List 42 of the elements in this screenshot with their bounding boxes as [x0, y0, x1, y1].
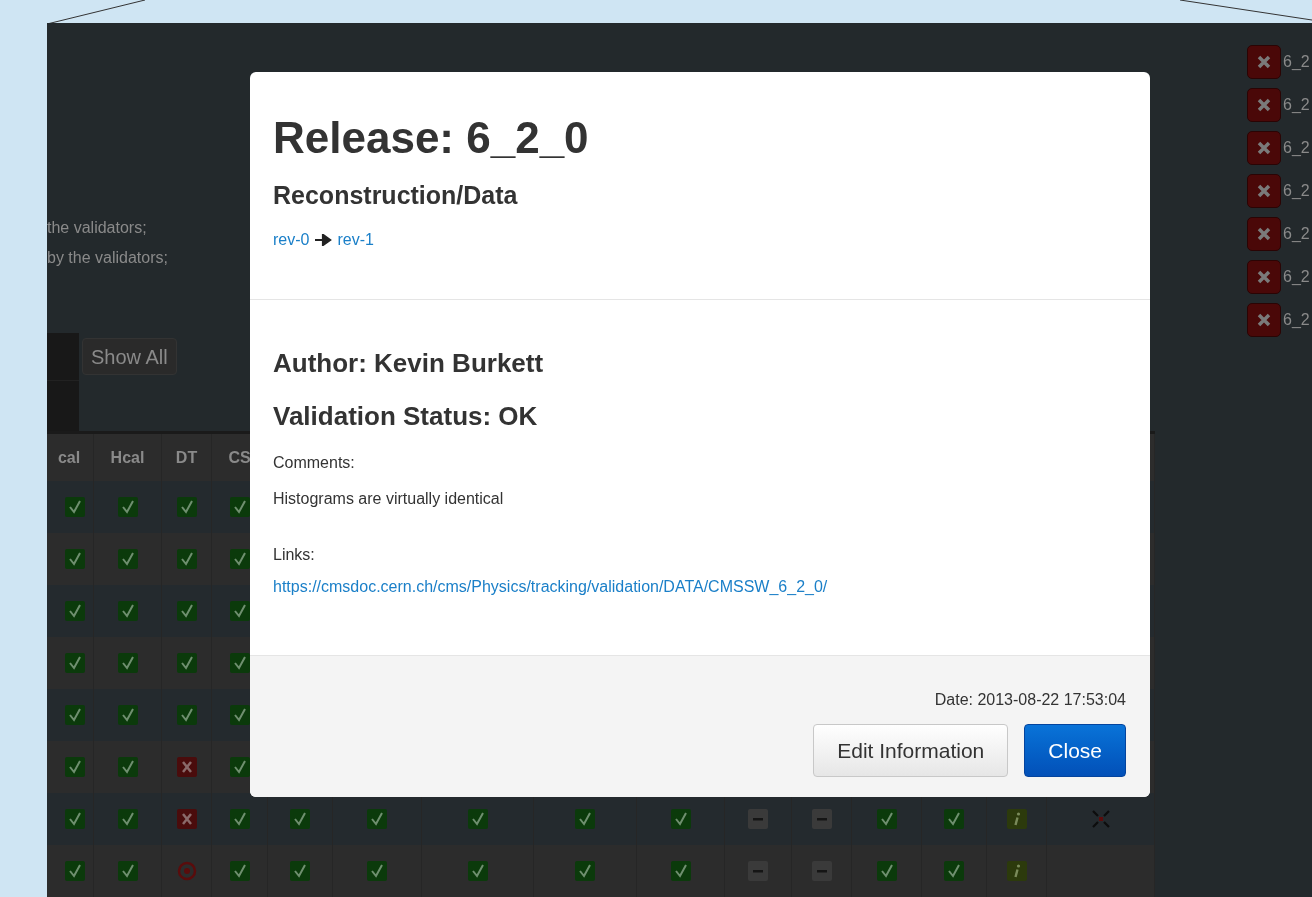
revision-link[interactable]: rev-1	[337, 228, 374, 252]
remove-button[interactable]	[1247, 88, 1281, 122]
remove-button[interactable]	[1247, 303, 1281, 337]
links-label: Links:	[273, 545, 316, 565]
close-icon	[1256, 140, 1272, 156]
column-header: DT	[175, 447, 198, 468]
close-icon	[1256, 226, 1272, 242]
note-text: the validators;	[47, 218, 147, 238]
author-heading: Author: Kevin Burkett	[273, 347, 545, 379]
close-button[interactable]: Close	[1024, 724, 1126, 777]
date-text: Date: 2013-08-22 17:53:04	[934, 690, 1126, 710]
release-label: 6_2	[1283, 52, 1310, 72]
remove-button[interactable]	[1247, 260, 1281, 294]
arrow-right-icon	[314, 234, 333, 246]
release-label: 6_2	[1283, 181, 1310, 201]
comments-label: Comments:	[273, 453, 356, 473]
release-label: 6_2	[1283, 138, 1310, 158]
column-header: Hcal	[110, 447, 145, 468]
edit-button[interactable]: Edit Information	[813, 724, 1009, 777]
comment-text: Histograms are virtually identical	[273, 489, 505, 509]
remove-button[interactable]	[1247, 217, 1281, 251]
dialog-subtitle: Reconstruction/Data	[273, 180, 519, 210]
release-label: 6_2	[1283, 310, 1310, 330]
column-header: cal	[57, 447, 82, 468]
close-icon	[1256, 97, 1272, 113]
release-label: 6_2	[1283, 95, 1310, 115]
revision-link[interactable]: rev-0	[273, 228, 310, 252]
validation-link[interactable]: https://cmsdoc.cern.ch/cms/Physics/tracking/validation/DATA/CMSSW_6_2_0/	[273, 576, 1127, 598]
release-label: 6_2	[1283, 224, 1310, 244]
note-text: by the validators;	[47, 248, 168, 268]
release-label: 6_2	[1283, 267, 1310, 287]
dialog-title: Release: 6_2_0	[273, 112, 590, 164]
remove-button[interactable]	[1247, 131, 1281, 165]
remove-button[interactable]	[1247, 45, 1281, 79]
status-heading: Validation Status: OK	[273, 400, 539, 432]
close-icon	[1256, 183, 1272, 199]
close-icon	[1256, 269, 1272, 285]
remove-button[interactable]	[1247, 174, 1281, 208]
close-icon	[1256, 312, 1272, 328]
column-header: CS	[228, 447, 251, 468]
show-all-button[interactable]: Show All	[82, 338, 177, 376]
close-icon	[1256, 54, 1272, 70]
